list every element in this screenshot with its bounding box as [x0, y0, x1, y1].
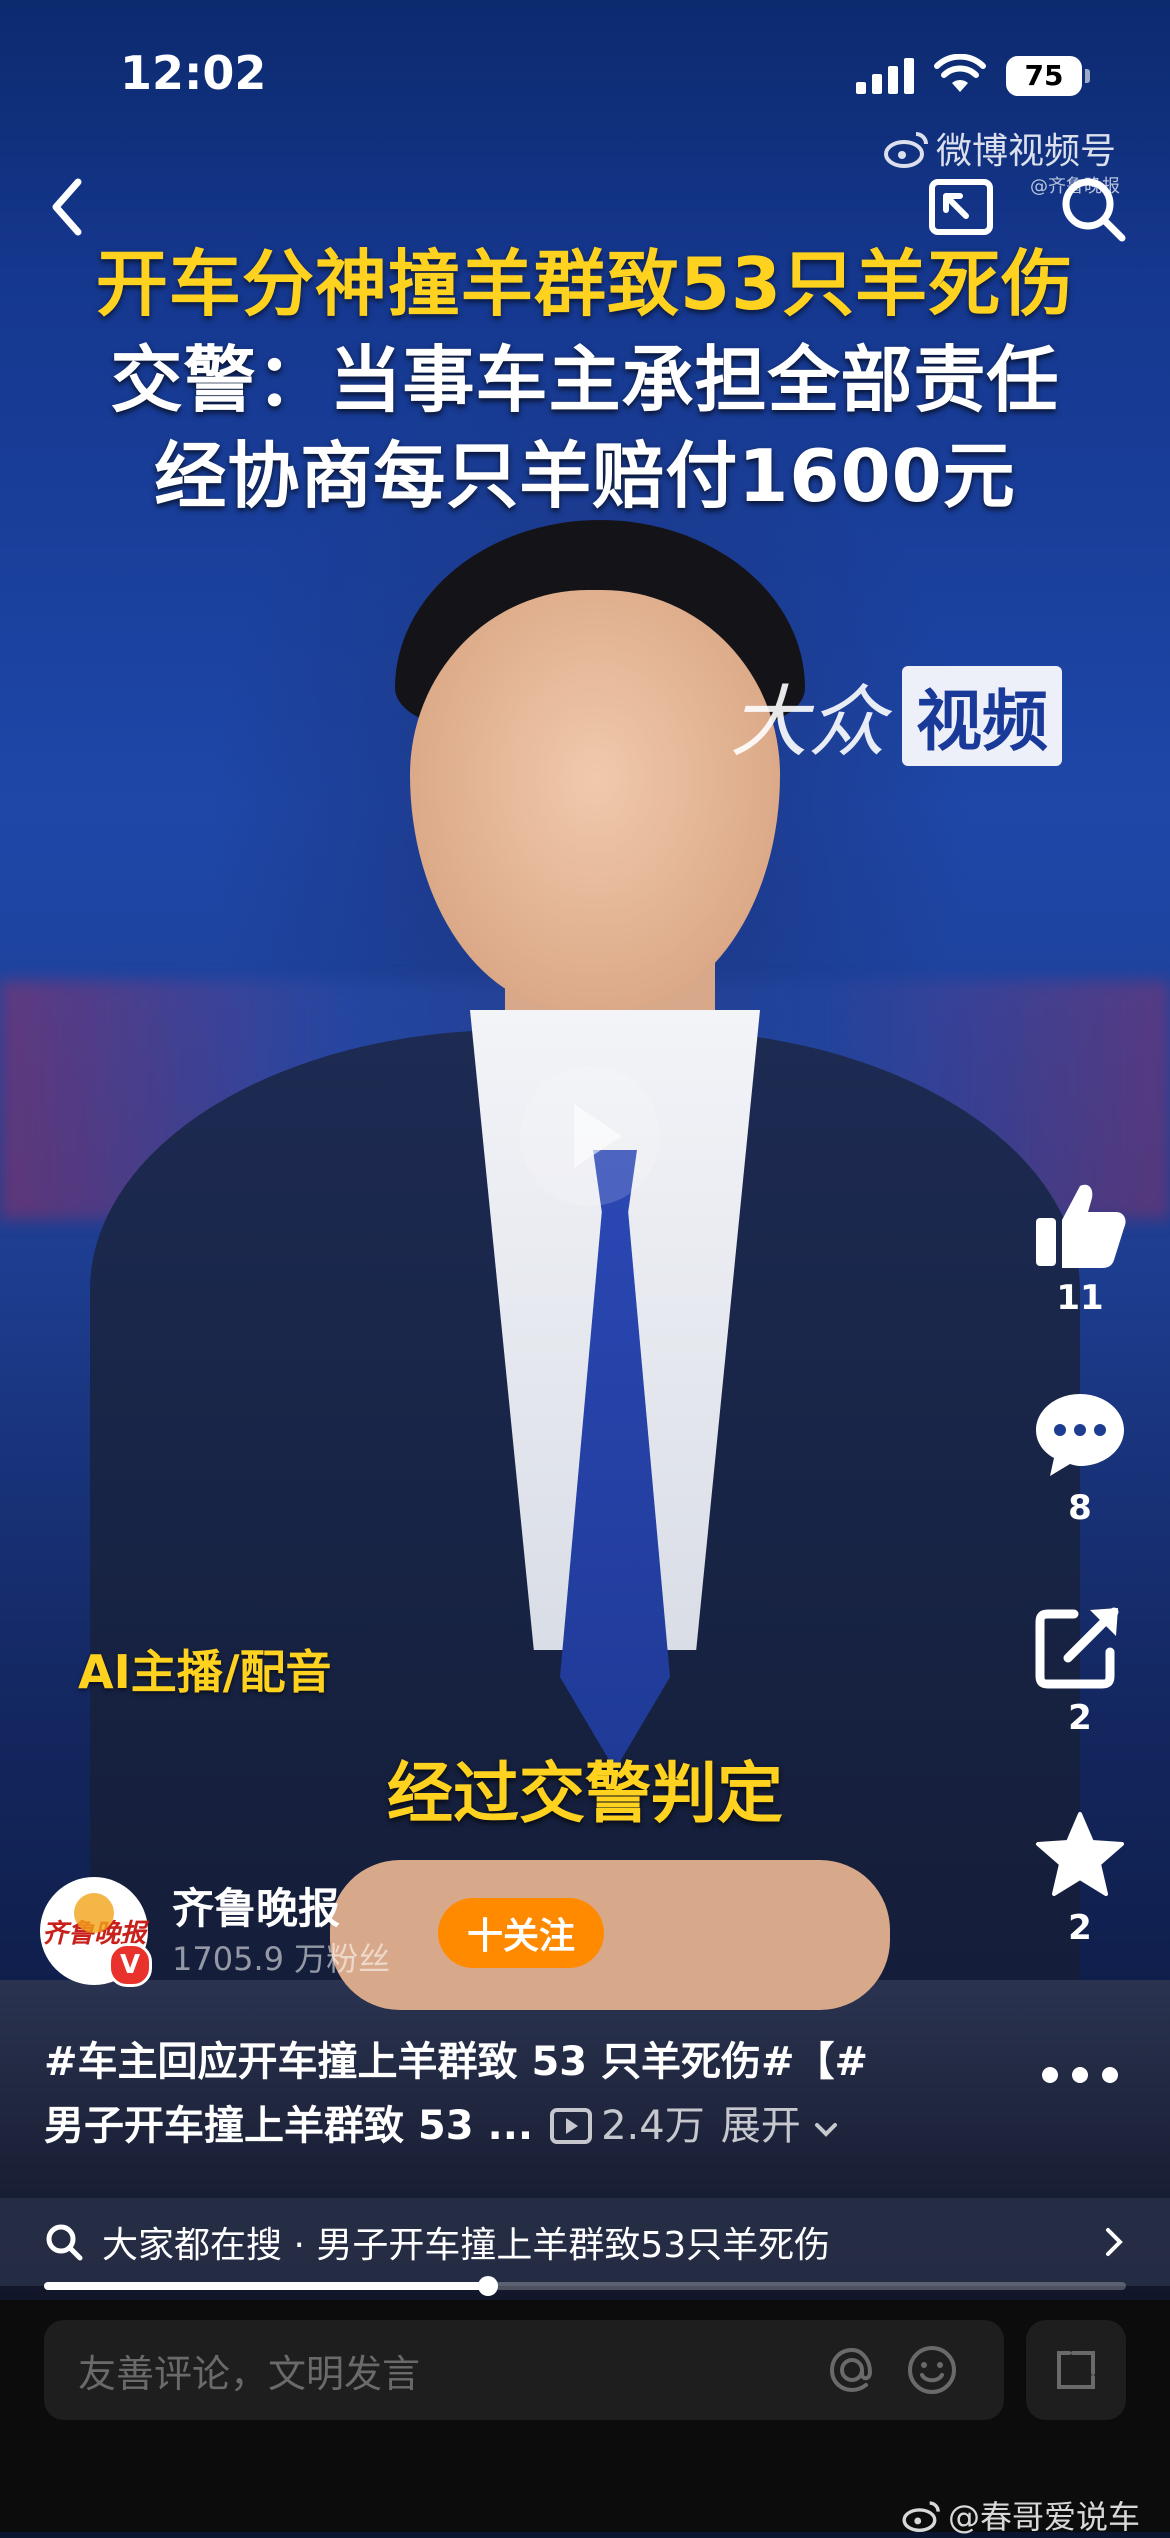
video-progress-bar[interactable] [44, 2276, 1126, 2296]
battery-indicator: 75 [1006, 56, 1090, 96]
search-suggest-icon [46, 2224, 83, 2261]
comment-icon [1036, 1394, 1124, 1476]
favorite-button[interactable]: 2 [1020, 1810, 1140, 1948]
signal-icon [856, 58, 914, 94]
share-icon [1035, 1607, 1119, 1689]
weibo-icon [902, 2501, 940, 2532]
search-suggestion-bar[interactable]: 大家都在搜 · 男子开车撞上羊群致53只羊死伤 [0, 2198, 1170, 2286]
ai-anchor-label: AI主播/配音 [78, 1645, 332, 1699]
progress-handle[interactable] [477, 2276, 498, 2296]
weibo-icon [884, 132, 928, 168]
expand-label: 展开 [720, 2103, 801, 2149]
author-info: 齐鲁晚报 1705.9 万粉丝 [172, 1881, 390, 1981]
headline-line-2: 交警：当事车主承担全部责任 [110, 338, 1060, 422]
headline-line-3: 经协商每只羊赔付1600元 [154, 434, 1016, 518]
anchor-face [410, 590, 780, 1010]
star-icon [1036, 1812, 1124, 1896]
brand-logo: 大众 视频 [730, 660, 1063, 772]
view-count: 2.4万 [549, 2094, 705, 2158]
video-headline: 开车分神撞羊群致53只羊死伤 交警：当事车主承担全部责任 经协商每只羊赔付160… [0, 236, 1170, 524]
expand-icon [1057, 2351, 1095, 2389]
headline-line-1: 开车分神撞羊群致53只羊死伤 [95, 242, 1075, 326]
like-button[interactable]: 11 [1020, 1180, 1140, 1318]
chevron-right-icon [1106, 2228, 1123, 2256]
anchor-hands [330, 1860, 890, 2010]
expand-comment-button[interactable] [1026, 2320, 1126, 2420]
chevron-down-icon [815, 2123, 838, 2137]
wifi-icon [934, 54, 986, 92]
video-subtitle: 经过交警判定 [387, 1755, 783, 1832]
status-time: 12:02 [120, 46, 267, 100]
follow-button[interactable]: 十关注 [438, 1898, 604, 1968]
search-suggestion-text: 大家都在搜 · 男子开车撞上羊群致53只羊死伤 [102, 2225, 831, 2266]
like-count: 11 [1056, 1278, 1104, 1318]
bottom-watermark: @春哥爱说车 [902, 2492, 1140, 2538]
avatar[interactable]: 齐鲁晚报 V [40, 1877, 152, 1987]
author-row: 齐鲁晚报 V 齐鲁晚报 1705.9 万粉丝 [40, 1876, 390, 1987]
comment-placeholder: 友善评论，文明发言 [78, 2351, 421, 2396]
favorite-count: 2 [1068, 1908, 1092, 1948]
play-icon[interactable] [520, 1066, 660, 1206]
at-icon[interactable] [824, 2342, 880, 2398]
video-description[interactable]: #车主回应开车撞上羊群致 53 只羊死伤#【# 男子开车撞上羊群致 53 ...… [44, 2030, 1124, 2158]
platform-watermark-text: 微博视频号 [936, 131, 1117, 172]
author-name[interactable]: 齐鲁晚报 [172, 1881, 390, 1937]
brand-logo-box: 视频 [902, 666, 1063, 766]
description-line-1: #车主回应开车撞上羊群致 53 只羊死伤#【# [44, 2039, 869, 2085]
author-fans: 1705.9 万粉丝 [172, 1940, 391, 1978]
comment-bar: 友善评论，文明发言 @春哥爱说车 [0, 2300, 1170, 2536]
back-icon[interactable] [38, 172, 98, 242]
description-line-2: 男子开车撞上羊群致 53 ... [44, 2103, 534, 2149]
pip-icon[interactable] [924, 172, 998, 246]
comment-button[interactable]: 8 [1020, 1390, 1140, 1528]
description-line-2-row: 男子开车撞上羊群致 53 ... 2.4万 展开 [44, 2094, 1124, 2158]
progress-fill [44, 2282, 488, 2290]
emoji-icon[interactable] [904, 2342, 960, 2398]
share-count: 2 [1068, 1698, 1092, 1738]
comment-input[interactable]: 友善评论，文明发言 [44, 2320, 1004, 2420]
view-count-text: 2.4万 [601, 2103, 705, 2149]
like-icon [1036, 1184, 1126, 1268]
brand-logo-script: 大众 [730, 678, 887, 768]
verified-badge: V [108, 1943, 152, 1987]
search-icon[interactable] [1056, 172, 1130, 246]
share-button[interactable]: 2 [1020, 1600, 1140, 1738]
bottom-watermark-text: @春哥爱说车 [947, 2498, 1140, 2536]
comment-count: 8 [1068, 1488, 1092, 1528]
platform-watermark: 微博视频号 [884, 122, 1116, 174]
expand-button[interactable]: 展开 [721, 2094, 840, 2158]
play-count-icon [550, 2108, 593, 2144]
avatar-sun-graphic [74, 1893, 114, 1933]
